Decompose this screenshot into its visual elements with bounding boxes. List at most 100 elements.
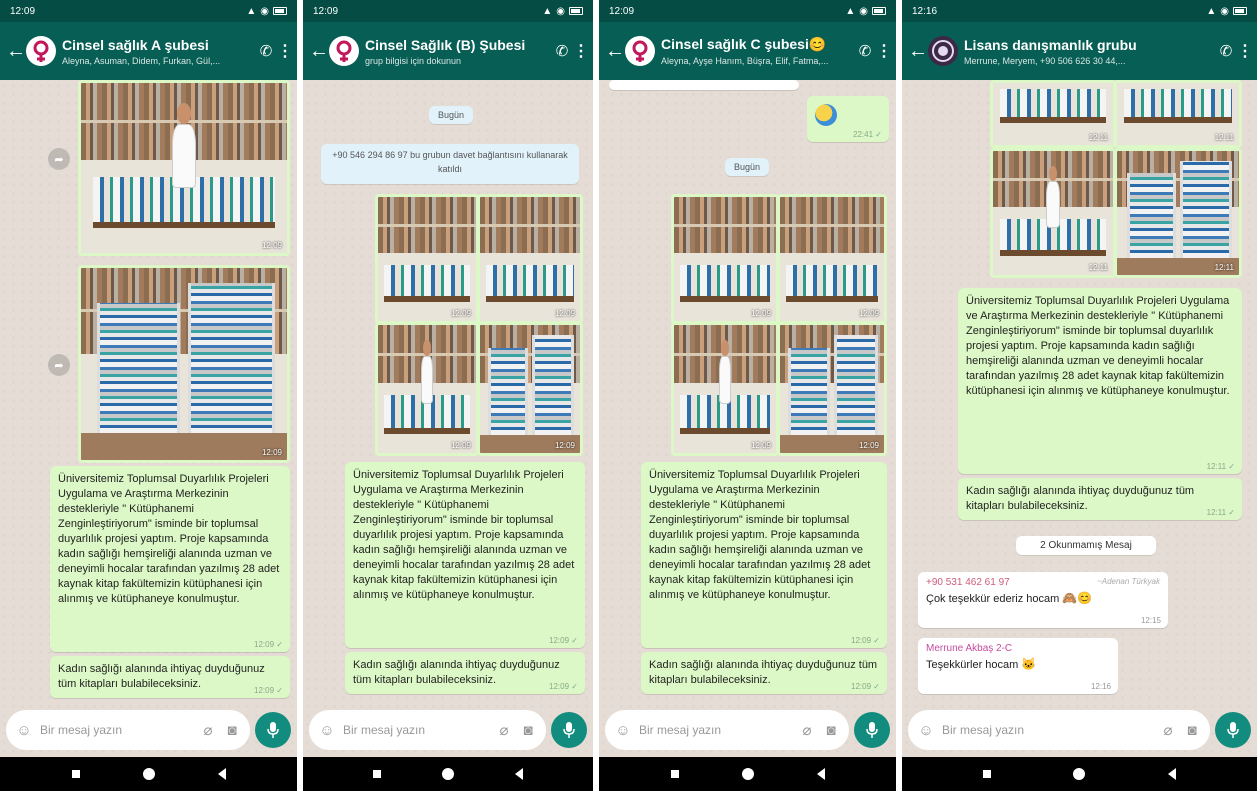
paperclip-icon[interactable]: ⌀ bbox=[496, 721, 512, 739]
text-message[interactable]: Kadın sağlığı alanında ihtiyaç duyduğunu… bbox=[958, 478, 1242, 520]
group-info[interactable]: Lisans danışmanlık grubu Merrune, Meryem… bbox=[964, 37, 1215, 66]
arrow-left-icon[interactable]: ← bbox=[309, 41, 329, 61]
chat-header[interactable]: ← Cinsel sağlık A şubesi Aleyna, Asuman,… bbox=[0, 22, 297, 80]
more-vert-icon[interactable]: ⋮ bbox=[277, 41, 293, 61]
incoming-message[interactable]: Merrune Akbaş 2-C Teşekkürler hocam 🐱 12… bbox=[918, 638, 1118, 694]
status-time: 12:16 bbox=[912, 5, 938, 17]
chat-header[interactable]: ← Lisans danışmanlık grubu Merrune, Mery… bbox=[902, 22, 1257, 80]
paperclip-icon[interactable]: ⌀ bbox=[799, 721, 815, 739]
back-nav-icon[interactable] bbox=[217, 768, 226, 780]
paperclip-icon[interactable]: ⌀ bbox=[1160, 721, 1176, 739]
group-info[interactable]: Cinsel sağlık A şubesi Aleyna, Asuman, D… bbox=[62, 37, 255, 66]
text-message[interactable]: Üniversitemiz Toplumsal Duyarlılık Proje… bbox=[50, 466, 290, 652]
text-message[interactable]: Üniversitemiz Toplumsal Duyarlılık Proje… bbox=[345, 462, 585, 648]
home-icon[interactable] bbox=[142, 768, 155, 780]
recents-icon[interactable] bbox=[373, 770, 382, 778]
group-info[interactable]: Cinsel sağlık C şubesi😊 Aleyna, Ayşe Han… bbox=[661, 36, 854, 66]
arrow-left-icon[interactable]: ← bbox=[6, 41, 26, 61]
emoji-icon[interactable]: ☺ bbox=[615, 722, 631, 739]
text-message[interactable]: Kadın sağlığı alanında ihtiyaç duyduğunu… bbox=[641, 652, 887, 694]
message-input[interactable]: ☺ Bir mesaj yazın ⌀ ◙ bbox=[605, 710, 849, 750]
signal-icon: ▲ bbox=[542, 5, 553, 17]
image-message[interactable]: 12:09 bbox=[375, 194, 479, 324]
paperclip-icon[interactable]: ⌀ bbox=[200, 721, 216, 739]
mic-button[interactable] bbox=[1215, 712, 1251, 748]
emoji-icon[interactable]: ☺ bbox=[319, 722, 335, 739]
message-text: Üniversitemiz Toplumsal Duyarlılık Proje… bbox=[649, 469, 871, 601]
chat-header[interactable]: ← Cinsel sağlık C şubesi😊 Aleyna, Ayşe H… bbox=[599, 22, 896, 80]
input-placeholder: Bir mesaj yazın bbox=[40, 723, 123, 737]
more-vert-icon[interactable]: ⋮ bbox=[1237, 41, 1253, 61]
group-avatar[interactable] bbox=[329, 36, 359, 66]
text-message[interactable]: Kadın sağlığı alanında ihtiyaç duyduğunu… bbox=[345, 652, 585, 694]
sticker-message[interactable]: 22:41 ✓ bbox=[807, 96, 889, 142]
image-message[interactable]: 12:11 bbox=[1114, 148, 1242, 278]
forward-icon[interactable]: ➦ bbox=[48, 354, 70, 376]
text-message[interactable]: Üniversitemiz Toplumsal Duyarlılık Proje… bbox=[958, 288, 1242, 474]
mic-button[interactable] bbox=[854, 712, 890, 748]
image-message[interactable]: 12:09 bbox=[671, 194, 779, 324]
incoming-message[interactable]: +90 531 462 61 97 ~Adenan Türkyak Çok te… bbox=[918, 572, 1168, 628]
add-call-icon[interactable]: ✆ bbox=[854, 42, 876, 60]
image-message[interactable]: 12:11 bbox=[990, 80, 1116, 148]
group-avatar[interactable] bbox=[928, 36, 958, 66]
home-icon[interactable] bbox=[741, 768, 754, 780]
back-nav-icon[interactable] bbox=[514, 768, 523, 780]
back-nav-icon[interactable] bbox=[816, 768, 825, 780]
image-message[interactable]: 12:09 bbox=[78, 80, 290, 256]
recents-icon[interactable] bbox=[983, 770, 992, 778]
camera-icon[interactable]: ◙ bbox=[1184, 722, 1200, 739]
image-message[interactable]: 12:09 bbox=[477, 322, 583, 456]
compose-bar: ☺ Bir mesaj yazın ⌀ ◙ bbox=[6, 709, 291, 751]
text-message[interactable]: Üniversitemiz Toplumsal Duyarlılık Proje… bbox=[641, 462, 887, 648]
arrow-left-icon[interactable]: ← bbox=[908, 41, 928, 61]
more-vert-icon[interactable]: ⋮ bbox=[573, 41, 589, 61]
status-time: 12:09 bbox=[609, 5, 635, 17]
arrow-left-icon[interactable]: ← bbox=[605, 41, 625, 61]
camera-icon[interactable]: ◙ bbox=[823, 722, 839, 739]
home-icon[interactable] bbox=[441, 768, 454, 780]
mic-icon bbox=[267, 722, 279, 738]
image-message[interactable]: 12:09 bbox=[777, 194, 887, 324]
camera-icon[interactable]: ◙ bbox=[224, 722, 240, 739]
image-message[interactable]: 12:11 bbox=[990, 148, 1116, 278]
image-message[interactable]: 12:11 bbox=[1114, 80, 1242, 148]
image-message[interactable]: 12:09 bbox=[78, 265, 290, 463]
message-sender[interactable]: Merrune Akbaş 2-C bbox=[918, 638, 1118, 654]
group-avatar[interactable] bbox=[26, 36, 56, 66]
signal-icon: ▲ bbox=[1206, 5, 1217, 17]
message-input[interactable]: ☺ Bir mesaj yazın ⌀ ◙ bbox=[908, 710, 1210, 750]
image-message[interactable]: 12:09 bbox=[777, 322, 887, 456]
camera-icon[interactable]: ◙ bbox=[520, 722, 536, 739]
more-vert-icon[interactable]: ⋮ bbox=[876, 41, 892, 61]
emoji-icon[interactable]: ☺ bbox=[16, 722, 32, 739]
system-message: +90 546 294 86 97 bu grubun davet bağlan… bbox=[321, 144, 579, 184]
add-call-icon[interactable]: ✆ bbox=[551, 42, 573, 60]
message-input[interactable]: ☺ Bir mesaj yazın ⌀ ◙ bbox=[6, 710, 250, 750]
chat-header[interactable]: ← Cinsel Sağlık (B) Şubesi grup bilgisi … bbox=[303, 22, 593, 80]
emoji-icon[interactable]: ☺ bbox=[918, 722, 934, 739]
status-bar: 12:09 ▲ ◉ bbox=[303, 0, 593, 22]
image-message[interactable]: 12:09 bbox=[671, 322, 779, 456]
group-info[interactable]: Cinsel Sağlık (B) Şubesi grup bilgisi iç… bbox=[365, 37, 551, 66]
recents-icon[interactable] bbox=[670, 770, 679, 778]
add-call-icon[interactable]: ✆ bbox=[255, 42, 277, 60]
recents-icon[interactable] bbox=[71, 770, 80, 778]
image-message[interactable]: 12:09 bbox=[477, 194, 583, 324]
message-time: 12:09 bbox=[750, 309, 771, 318]
image-message[interactable]: 12:09 bbox=[375, 322, 479, 456]
home-icon[interactable] bbox=[1073, 768, 1086, 780]
compose-bar: ☺ Bir mesaj yazın ⌀ ◙ bbox=[908, 709, 1251, 751]
text-message[interactable]: Kadın sağlığı alanında ihtiyaç duyduğunu… bbox=[50, 656, 290, 698]
date-chip: Bugün bbox=[725, 158, 769, 176]
group-avatar[interactable] bbox=[625, 36, 655, 66]
mic-button[interactable] bbox=[255, 712, 291, 748]
mic-button[interactable] bbox=[551, 712, 587, 748]
message-input[interactable]: ☺ Bir mesaj yazın ⌀ ◙ bbox=[309, 710, 546, 750]
back-nav-icon[interactable] bbox=[1167, 768, 1176, 780]
female-symbol-icon bbox=[632, 40, 648, 62]
forward-icon[interactable]: ➦ bbox=[48, 148, 70, 170]
message-text: Üniversitemiz Toplumsal Duyarlılık Proje… bbox=[353, 469, 575, 601]
add-call-icon[interactable]: ✆ bbox=[1215, 42, 1237, 60]
previous-message[interactable] bbox=[609, 80, 799, 90]
